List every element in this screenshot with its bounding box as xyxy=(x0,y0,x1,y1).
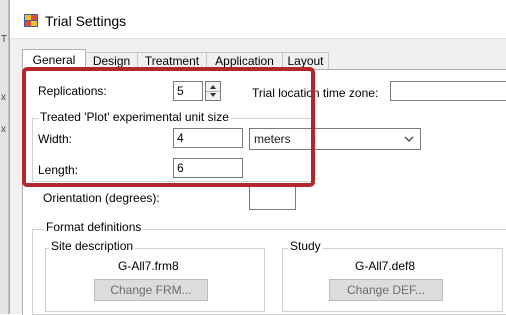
background-mark: x xyxy=(1,92,6,103)
window-title: Trial Settings xyxy=(45,13,127,29)
site-description-title: Site description xyxy=(49,239,136,253)
tab-treatment[interactable]: Treatment xyxy=(137,52,207,70)
replications-input[interactable]: 5 xyxy=(173,81,203,101)
change-frm-button[interactable]: Change FRM... xyxy=(94,279,208,301)
site-file-name: G-All7.frm8 xyxy=(118,259,179,273)
title-bar[interactable]: Trial Settings xyxy=(10,0,506,39)
background-mark: T xyxy=(1,34,8,45)
plot-size-group-title: Treated 'Plot' experimental unit size xyxy=(38,110,231,124)
width-label: Width: xyxy=(38,132,73,146)
orientation-input[interactable] xyxy=(249,185,296,210)
unit-dropdown[interactable]: meters xyxy=(249,128,421,150)
replications-spinner[interactable] xyxy=(205,81,221,101)
tab-general[interactable]: General xyxy=(22,49,86,71)
background-window-edge: T x x xyxy=(0,0,9,314)
length-input[interactable]: 6 xyxy=(173,158,243,178)
general-tab-panel: Replications: 5 Trial location time zone… xyxy=(22,69,506,315)
timezone-label: Trial location time zone: xyxy=(252,86,379,100)
tab-strip: General Design Treatment Application Lay… xyxy=(10,38,506,71)
tab-application[interactable]: Application xyxy=(206,52,283,70)
orientation-label: Orientation (degrees): xyxy=(43,191,160,205)
width-input[interactable]: 4 xyxy=(173,128,243,148)
change-def-button[interactable]: Change DEF... xyxy=(329,279,443,301)
study-title: Study xyxy=(288,239,323,253)
length-label: Length: xyxy=(38,163,79,177)
replications-label: Replications: xyxy=(38,84,107,98)
tab-design[interactable]: Design xyxy=(85,52,138,70)
chevron-down-icon xyxy=(404,136,414,142)
app-icon xyxy=(24,14,38,27)
unit-dropdown-value: meters xyxy=(254,132,291,146)
study-file-name: G-All7.def8 xyxy=(355,259,416,273)
tab-layout[interactable]: Layout xyxy=(282,52,329,70)
spin-down-icon[interactable] xyxy=(206,91,220,100)
trial-settings-dialog: Trial Settings General Design Treatment … xyxy=(9,0,506,315)
timezone-input[interactable] xyxy=(390,81,506,101)
format-definitions-title: Format definitions xyxy=(44,220,144,234)
background-mark: x xyxy=(1,124,6,135)
